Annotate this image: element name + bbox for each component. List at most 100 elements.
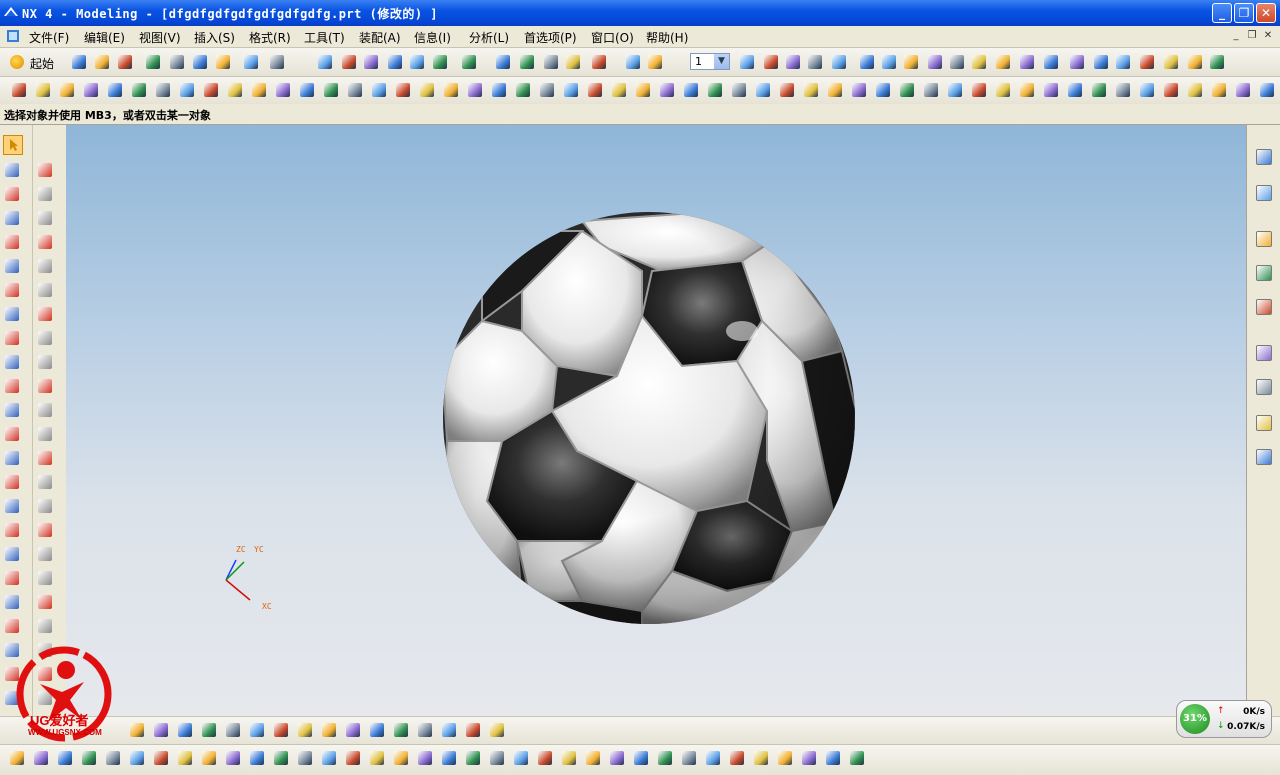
surface-tool-icon[interactable] bbox=[442, 751, 456, 765]
feature-tool-icon[interactable] bbox=[708, 83, 722, 97]
feature-tool-icon[interactable] bbox=[444, 83, 458, 97]
toolbar-tool-icon[interactable] bbox=[496, 55, 510, 69]
surface-tool-icon[interactable] bbox=[538, 751, 552, 765]
surface-tool-icon[interactable] bbox=[370, 751, 384, 765]
toolbar-tool-icon[interactable] bbox=[433, 55, 447, 69]
sketch-tool-icon[interactable] bbox=[38, 283, 52, 297]
feature-tool-icon[interactable] bbox=[1236, 83, 1250, 97]
feature-tool-icon[interactable] bbox=[348, 83, 362, 97]
toolbar-tool-icon[interactable] bbox=[626, 55, 640, 69]
toolbar-tool-icon[interactable] bbox=[1044, 55, 1058, 69]
toolbar-tool-icon[interactable] bbox=[410, 55, 424, 69]
resource-tab-icon[interactable] bbox=[1256, 345, 1272, 361]
toolbar-tool-icon[interactable] bbox=[1188, 55, 1202, 69]
select-tool-button[interactable] bbox=[3, 135, 23, 155]
graphics-viewport[interactable]: ZC YC XC bbox=[66, 125, 1246, 716]
toolbar-tool-icon[interactable] bbox=[832, 55, 846, 69]
surface-tool-icon[interactable] bbox=[610, 751, 624, 765]
toolbar-tool-icon[interactable] bbox=[786, 55, 800, 69]
surface-tool-icon[interactable] bbox=[202, 751, 216, 765]
close-button[interactable]: ✕ bbox=[1256, 3, 1276, 23]
curve-tool-icon[interactable] bbox=[5, 547, 19, 561]
menu-window[interactable]: 窗口(O) bbox=[591, 29, 634, 46]
surface-tool-icon[interactable] bbox=[298, 751, 312, 765]
analysis-tool-icon[interactable] bbox=[346, 723, 360, 737]
feature-tool-icon[interactable] bbox=[852, 83, 866, 97]
sketch-tool-icon[interactable] bbox=[38, 427, 52, 441]
feature-tool-icon[interactable] bbox=[84, 83, 98, 97]
analysis-tool-icon[interactable] bbox=[466, 723, 480, 737]
surface-tool-icon[interactable] bbox=[394, 751, 408, 765]
toolbar-tool-icon[interactable] bbox=[118, 55, 132, 69]
analysis-tool-icon[interactable] bbox=[178, 723, 192, 737]
surface-tool-icon[interactable] bbox=[250, 751, 264, 765]
feature-tool-icon[interactable] bbox=[180, 83, 194, 97]
soccer-ball-model[interactable] bbox=[442, 211, 856, 625]
feature-tool-icon[interactable] bbox=[828, 83, 842, 97]
resource-tab-icon[interactable] bbox=[1256, 379, 1272, 395]
sketch-tool-icon[interactable] bbox=[38, 451, 52, 465]
sketch-tool-icon[interactable] bbox=[38, 211, 52, 225]
feature-tool-icon[interactable] bbox=[1212, 83, 1226, 97]
menu-info[interactable]: 信息(I) bbox=[414, 29, 451, 46]
doc-restore-button[interactable]: ❐ bbox=[1246, 30, 1258, 42]
surface-tool-icon[interactable] bbox=[154, 751, 168, 765]
menu-assembly[interactable]: 装配(A) bbox=[359, 29, 401, 46]
sketch-tool-icon[interactable] bbox=[38, 355, 52, 369]
toolbar-tool-icon[interactable] bbox=[1140, 55, 1154, 69]
toolbar-tool-icon[interactable] bbox=[1094, 55, 1108, 69]
resource-tab-icon[interactable] bbox=[1256, 185, 1272, 201]
sketch-tool-icon[interactable] bbox=[38, 523, 52, 537]
analysis-tool-icon[interactable] bbox=[490, 723, 504, 737]
surface-tool-icon[interactable] bbox=[418, 751, 432, 765]
surface-tool-icon[interactable] bbox=[490, 751, 504, 765]
feature-tool-icon[interactable] bbox=[276, 83, 290, 97]
feature-tool-icon[interactable] bbox=[372, 83, 386, 97]
feature-tool-icon[interactable] bbox=[636, 83, 650, 97]
menu-format[interactable]: 格式(R) bbox=[249, 29, 291, 46]
sketch-tool-icon[interactable] bbox=[38, 235, 52, 249]
toolbar-tool-icon[interactable] bbox=[146, 55, 160, 69]
surface-tool-icon[interactable] bbox=[754, 751, 768, 765]
resource-tab-icon[interactable] bbox=[1256, 265, 1272, 281]
sketch-tool-icon[interactable] bbox=[38, 595, 52, 609]
surface-tool-icon[interactable] bbox=[850, 751, 864, 765]
feature-tool-icon[interactable] bbox=[612, 83, 626, 97]
analysis-tool-icon[interactable] bbox=[418, 723, 432, 737]
curve-tool-icon[interactable] bbox=[5, 187, 19, 201]
toolbar-tool-icon[interactable] bbox=[216, 55, 230, 69]
surface-tool-icon[interactable] bbox=[322, 751, 336, 765]
resource-tab-icon[interactable] bbox=[1256, 415, 1272, 431]
toolbar-tool-icon[interactable] bbox=[318, 55, 332, 69]
menu-preferences[interactable]: 首选项(P) bbox=[524, 29, 577, 46]
curve-tool-icon[interactable] bbox=[5, 595, 19, 609]
feature-tool-icon[interactable] bbox=[1140, 83, 1154, 97]
surface-tool-icon[interactable] bbox=[778, 751, 792, 765]
toolbar-tool-icon[interactable] bbox=[950, 55, 964, 69]
toolbar-tool-icon[interactable] bbox=[1070, 55, 1084, 69]
toolbar-tool-icon[interactable] bbox=[996, 55, 1010, 69]
surface-tool-icon[interactable] bbox=[346, 751, 360, 765]
maximize-button[interactable]: ❐ bbox=[1234, 3, 1254, 23]
doc-minimize-button[interactable]: _ bbox=[1230, 30, 1242, 42]
curve-tool-icon[interactable] bbox=[5, 523, 19, 537]
menu-view[interactable]: 视图(V) bbox=[139, 29, 181, 46]
curve-tool-icon[interactable] bbox=[5, 475, 19, 489]
toolbar-tool-icon[interactable] bbox=[904, 55, 918, 69]
surface-tool-icon[interactable] bbox=[658, 751, 672, 765]
analysis-tool-icon[interactable] bbox=[394, 723, 408, 737]
toolbar-tool-icon[interactable] bbox=[544, 55, 558, 69]
feature-tool-icon[interactable] bbox=[948, 83, 962, 97]
sketch-tool-icon[interactable] bbox=[38, 499, 52, 513]
chevron-down-icon[interactable]: ▼ bbox=[714, 54, 729, 69]
toolbar-tool-icon[interactable] bbox=[1020, 55, 1034, 69]
analysis-tool-icon[interactable] bbox=[274, 723, 288, 737]
feature-tool-icon[interactable] bbox=[204, 83, 218, 97]
feature-tool-icon[interactable] bbox=[924, 83, 938, 97]
curve-tool-icon[interactable] bbox=[5, 211, 19, 225]
curve-tool-icon[interactable] bbox=[5, 307, 19, 321]
feature-tool-icon[interactable] bbox=[876, 83, 890, 97]
surface-tool-icon[interactable] bbox=[514, 751, 528, 765]
surface-tool-icon[interactable] bbox=[802, 751, 816, 765]
menu-tools[interactable]: 工具(T) bbox=[304, 29, 345, 46]
